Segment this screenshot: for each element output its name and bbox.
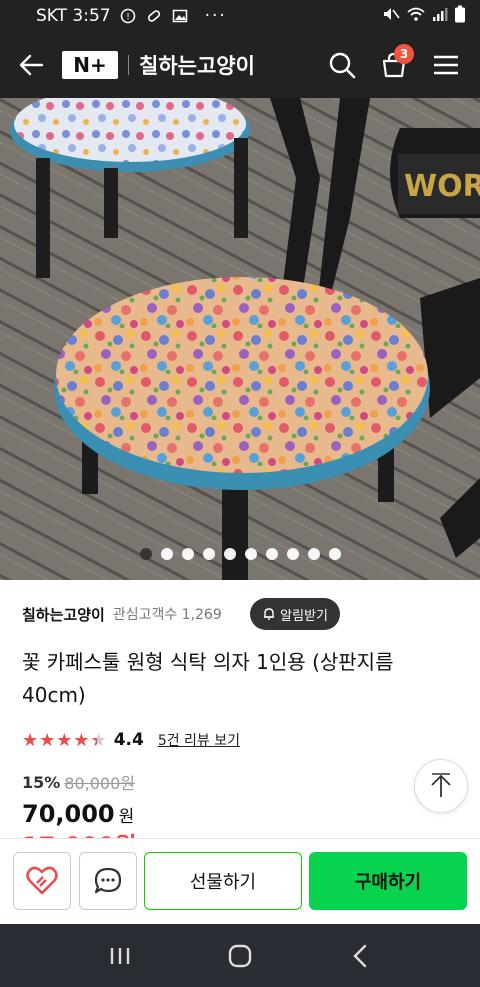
review-link[interactable]: 5건 리뷰 보기 [158, 730, 240, 750]
naver-plus-logo[interactable]: N+ [62, 51, 118, 79]
pagination-dot[interactable] [139, 548, 152, 560]
seller-name[interactable]: 칠하는고양이 [22, 604, 105, 625]
mute-icon [382, 6, 400, 26]
link-icon [145, 8, 163, 24]
chevron-left-icon [353, 944, 367, 967]
rating-stars: ★★★★★ ★★★★★ [22, 730, 108, 751]
wifi-icon [406, 6, 426, 26]
buy-button[interactable]: 구매하기 [309, 852, 467, 910]
gallery-pagination [0, 548, 480, 560]
recent-apps-icon [110, 947, 130, 964]
rating-row: ★★★★★ ★★★★★ 4.4 5건 리뷰 보기 [22, 728, 240, 752]
system-nav-bar [0, 924, 480, 987]
menu-button[interactable] [420, 32, 472, 98]
pagination-dot[interactable] [265, 548, 278, 560]
discount-row: 15% 80,000원 [22, 770, 135, 794]
cart-count-badge: 3 [394, 44, 414, 64]
bell-plus-icon [264, 608, 275, 620]
system-indicators [382, 5, 466, 27]
rating-value: 4.4 [113, 730, 144, 750]
discount-percent: 15% [22, 772, 61, 792]
carrier-time: SKT 3:57 [36, 6, 111, 26]
app-header: N+ 칠하는고양이 3 [0, 32, 480, 98]
battery-icon [454, 5, 466, 27]
wishlist-button[interactable] [13, 852, 71, 910]
stars-filled: ★★★★★ [22, 729, 97, 751]
svg-text:!: ! [126, 13, 130, 23]
pagination-dot[interactable] [160, 548, 173, 560]
product-image-gallery[interactable]: WOR [0, 98, 480, 580]
talk-button[interactable] [79, 852, 137, 910]
price-row: 70,000 원 [22, 800, 134, 828]
gift-button[interactable]: 선물하기 [144, 852, 302, 910]
notify-label: 알림받기 [280, 608, 328, 624]
back-arrow-icon [19, 54, 44, 76]
chat-bubble-icon [94, 867, 122, 894]
header-actions: 3 [316, 32, 480, 98]
pagination-dot[interactable] [181, 548, 194, 560]
price-currency: 원 [118, 807, 135, 827]
seller-fan-count: 관심고객수 1,269 [112, 607, 222, 623]
notify-button[interactable]: 알림받기 [250, 598, 340, 630]
pagination-dot[interactable] [328, 548, 341, 560]
cart-button[interactable]: 3 [368, 32, 420, 98]
pagination-dot[interactable] [244, 548, 257, 560]
original-price: 80,000원 [64, 774, 136, 793]
store-title[interactable]: 칠하는고양이 [139, 50, 255, 80]
pagination-dot[interactable] [202, 548, 215, 560]
arrow-up-icon [431, 773, 451, 797]
recent-apps-button[interactable] [100, 936, 140, 976]
more-notifications-indicator: ··· [204, 6, 227, 26]
home-icon [228, 944, 252, 967]
scroll-top-button[interactable] [414, 759, 468, 813]
gallery-icon [171, 8, 189, 24]
pagination-dot[interactable] [307, 548, 320, 560]
search-icon [329, 52, 356, 79]
home-button[interactable] [220, 936, 260, 976]
notification-icon: ! [119, 8, 137, 24]
purchase-bar: 선물하기 구매하기 [0, 838, 480, 924]
hamburger-menu-icon [434, 55, 458, 75]
seller-info: 칠하는고양이 관심고객수 1,269 알림받기 [22, 598, 458, 630]
heart-link-icon [26, 866, 58, 895]
title-divider [128, 55, 129, 75]
pagination-dot[interactable] [223, 548, 236, 560]
product-title: 꽃 카페스툴 원형 식탁 의자 1인용 (상판지름 40cm) [22, 650, 394, 707]
pagination-dot[interactable] [286, 548, 299, 560]
back-button[interactable] [0, 32, 62, 98]
product-photo: WOR [0, 98, 480, 580]
sale-price: 70,000 [22, 800, 115, 828]
svg-text:WOR: WOR [404, 169, 480, 204]
signal-icon [432, 6, 448, 26]
status-bar: SKT 3:57 ! ··· [0, 0, 480, 32]
search-button[interactable] [316, 32, 368, 98]
system-back-button[interactable] [340, 936, 380, 976]
